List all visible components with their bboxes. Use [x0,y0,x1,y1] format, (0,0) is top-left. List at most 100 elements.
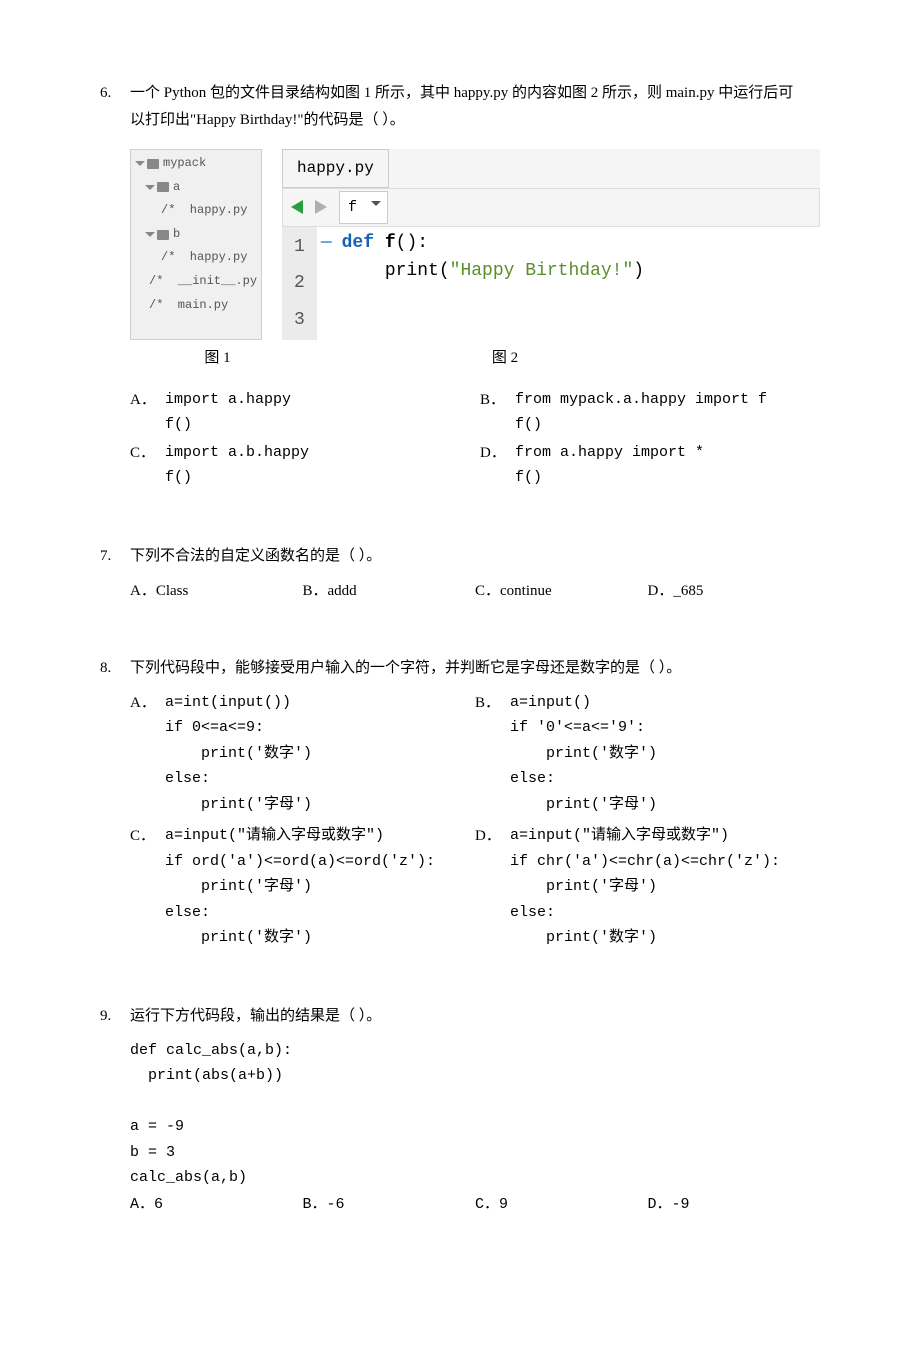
option-content: from a.happy import * f() [515,440,704,491]
file-label: /* happy.py [161,247,247,269]
question-text: 运行下方代码段，输出的结果是（ ）。 [130,1003,820,1030]
file-label: /* happy.py [161,200,247,222]
chevron-down-icon [145,185,155,190]
question-text: 下列不合法的自定义函数名的是（ ）。 [130,543,820,570]
question-9: 9. 运行下方代码段，输出的结果是（ ）。 def calc_abs(a,b):… [100,1003,820,1218]
option-D: D．-9 [648,1191,821,1218]
figure-labels: 图 1 图 2 [130,345,820,372]
question-body: 下列不合法的自定义函数名的是（ ）。 A．Class B．addd C．cont… [130,543,820,605]
line-number: 2 [282,265,317,301]
option-content: import a.b.happy f() [165,440,309,491]
editor-tab-bar: happy.py [282,149,820,189]
folder-icon [157,182,169,192]
string-literal: "Happy Birthday!" [450,261,634,281]
option-letter: A． [130,690,165,818]
tree-file: /* happy.py [131,199,261,223]
options: A． import a.happy f() B． from mypack.a.h… [130,387,820,493]
folder-label: a [173,177,180,199]
question-body: 一个 Python 包的文件目录结构如图 1 所示，其中 happy.py 的内… [130,80,820,493]
editor-tab: happy.py [282,149,389,188]
option-B: B．addd [303,578,476,605]
option-letter: C． [130,440,165,491]
file-tree-panel: mypack a /* happy.py b /* happy.py [130,149,262,340]
option-letter: D． [480,440,515,491]
keyword: def [342,233,374,253]
tree-file: /* __init__.py [131,270,261,294]
option-content: a=input() if '0'<=a<='9': print('数字') el… [510,690,657,818]
option-letter: B． [475,690,510,818]
figure-2-label: 图 2 [305,345,705,372]
tree-file: /* happy.py [131,246,261,270]
option-letter: A． [130,387,165,438]
option-A: A． import a.happy f() [130,387,470,438]
option-letter: B． [480,387,515,438]
file-label: /* main.py [149,295,228,317]
forward-arrow-icon [315,200,327,214]
option-letter: D． [475,823,510,951]
option-content: a=int(input()) if 0<=a<=9: print('数字') e… [165,690,312,818]
question-number: 6. [100,80,130,493]
option-letter: C． [130,823,165,951]
option-A: A． a=int(input()) if 0<=a<=9: print('数字'… [130,690,475,818]
question-7: 7. 下列不合法的自定义函数名的是（ ）。 A．Class B．addd C．c… [100,543,820,605]
options: A． a=int(input()) if 0<=a<=9: print('数字'… [130,690,820,953]
file-label: /* __init__.py [149,271,257,293]
options: A．6 B．-6 C．9 D．-9 [130,1191,820,1218]
fold-minus-icon: — [321,229,332,257]
question-8: 8. 下列代码段中，能够接受用户输入的一个字符，并判断它是字母还是数字的是（ ）… [100,655,820,953]
chevron-down-icon [145,232,155,237]
folder-icon [147,159,159,169]
option-C: C．continue [475,578,648,605]
option-B: B． from mypack.a.happy import f f() [480,387,820,438]
q6-text-2: 以打印出"Happy Birthday!"的代码是（ ）。 [130,112,405,128]
folder-icon [157,230,169,240]
function-dropdown: f [339,191,388,224]
option-D: D．_685 [648,578,821,605]
folder-label: b [173,224,180,246]
line-gutter: 1 2 3 [282,227,317,340]
editor-toolbar: f [282,189,820,227]
tree-folder-a: a [131,176,261,200]
option-C: C．9 [475,1191,648,1218]
option-A: A．Class [130,578,303,605]
option-D: D． from a.happy import * f() [480,440,820,491]
back-arrow-icon [291,200,303,214]
question-number: 8. [100,655,130,953]
option-B: B． a=input() if '0'<=a<='9': print('数字')… [475,690,820,818]
question-body: 运行下方代码段，输出的结果是（ ）。 def calc_abs(a,b): pr… [130,1003,820,1218]
figure-1-label: 图 1 [130,345,305,372]
code-snippet: def calc_abs(a,b): print(abs(a+b)) a = -… [130,1038,820,1191]
option-A: A．6 [130,1191,303,1218]
function-name: f [385,233,396,253]
code-line: print( [342,261,450,281]
option-B: B．-6 [303,1191,476,1218]
tree-root: mypack [131,152,261,176]
tree-file: /* main.py [131,294,261,318]
options: A．Class B．addd C．continue D．_685 [130,578,820,605]
question-6: 6. 一个 Python 包的文件目录结构如图 1 所示，其中 happy.py… [100,80,820,493]
option-C: C． a=input("请输入字母或数字") if ord('a')<=ord(… [130,823,475,951]
chevron-down-icon [135,161,145,166]
question-body: 下列代码段中，能够接受用户输入的一个字符，并判断它是字母还是数字的是（ ）。 A… [130,655,820,953]
figures-row: mypack a /* happy.py b /* happy.py [130,149,820,340]
line-number: 1 [282,229,317,265]
parens: (): [396,233,428,253]
option-content: a=input("请输入字母或数字") if chr('a')<=chr(a)<… [510,823,780,951]
question-text: 一个 Python 包的文件目录结构如图 1 所示，其中 happy.py 的内… [130,80,820,134]
code-close: ) [633,261,644,281]
line-number: 3 [282,302,317,338]
question-number: 9. [100,1003,130,1218]
tree-folder-b: b [131,223,261,247]
option-content: import a.happy f() [165,387,291,438]
question-number: 7. [100,543,130,605]
code-text: def f(): print("Happy Birthday!") [336,227,650,340]
q6-text-1: 一个 Python 包的文件目录结构如图 1 所示，其中 happy.py 的内… [130,85,793,101]
code-area: 1 2 3 — def f(): print("Happy Birthday!"… [282,227,820,340]
folder-label: mypack [163,153,206,175]
option-D: D． a=input("请输入字母或数字") if chr('a')<=chr(… [475,823,820,951]
fold-gutter: — [317,227,336,340]
code-editor-panel: happy.py f 1 2 3 — [282,149,820,340]
question-text: 下列代码段中，能够接受用户输入的一个字符，并判断它是字母还是数字的是（ ）。 [130,655,820,682]
option-content: a=input("请输入字母或数字") if ord('a')<=ord(a)<… [165,823,435,951]
option-C: C． import a.b.happy f() [130,440,470,491]
